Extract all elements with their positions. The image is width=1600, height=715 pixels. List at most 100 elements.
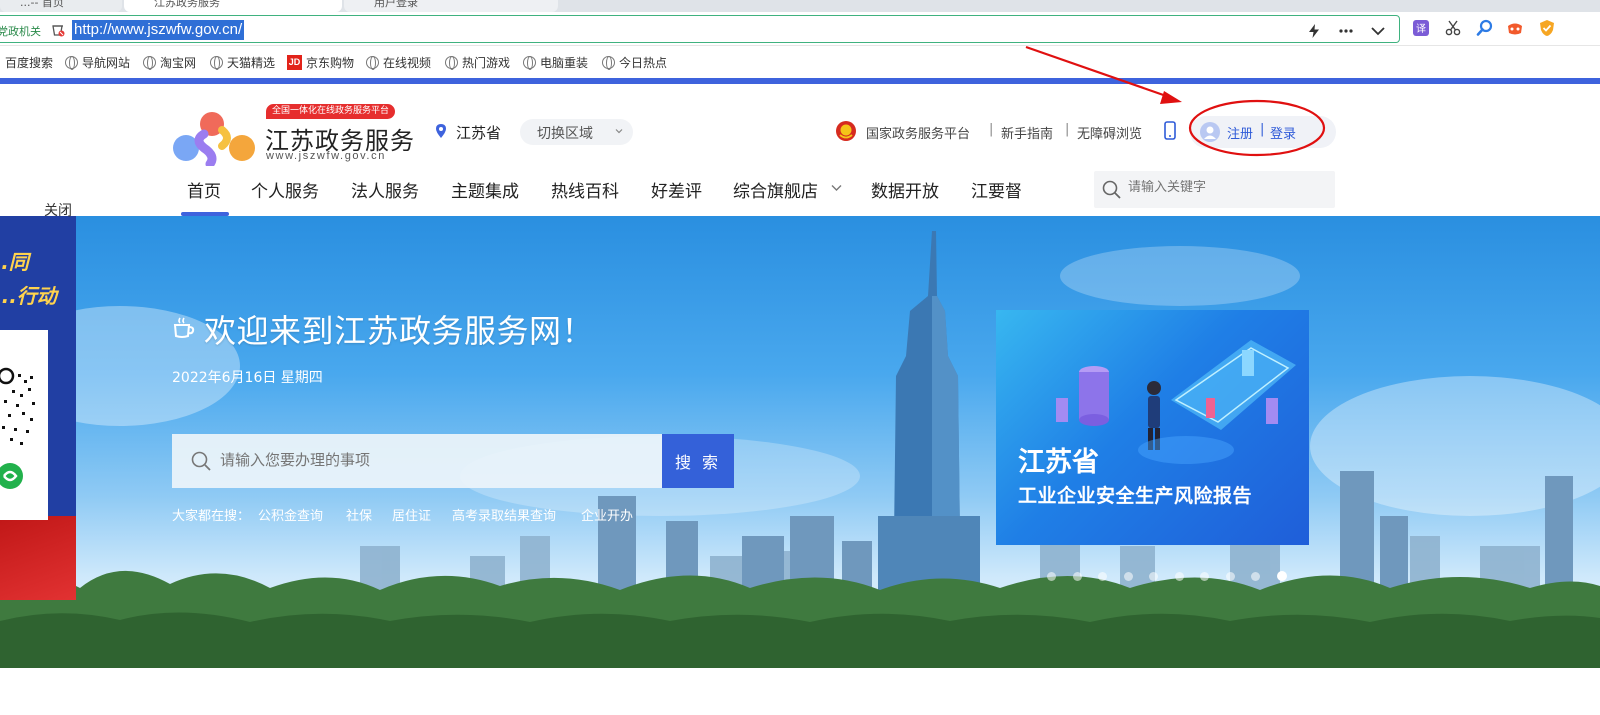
tab-label: ...-- 首页 <box>20 0 64 9</box>
nav-item-home[interactable]: 首页 <box>187 177 221 202</box>
site-type-label: 党政机关 <box>0 25 41 38</box>
promo-card[interactable]: 江苏省 工业企业安全生产风险报告 <box>996 310 1309 545</box>
nav-item-legal-person[interactable]: 法人服务 <box>351 177 419 202</box>
url-field[interactable]: 党政机关 http://www.jszwfw.gov.cn/ <box>0 15 1400 43</box>
bookmark-item[interactable]: 导航网站 <box>65 54 130 71</box>
nav-item-rating[interactable]: 好差评 <box>651 177 702 202</box>
carousel-dot-active[interactable] <box>1276 571 1287 581</box>
national-platform-link[interactable]: 国家政务服务平台 <box>866 123 970 142</box>
browser-tab[interactable]: 用户登录 <box>344 0 558 12</box>
login-area: 注册 | 登录 <box>1190 116 1336 148</box>
globe-icon <box>65 56 78 70</box>
carousel-dot[interactable] <box>1072 572 1082 581</box>
nav-item-hotline[interactable]: 热线百科 <box>551 177 619 202</box>
scissors-icon[interactable] <box>1444 19 1462 37</box>
accessibility-link[interactable]: 无障碍浏览 <box>1077 123 1142 142</box>
carousel-dot[interactable] <box>1200 572 1209 581</box>
bookmark-label: 淘宝网 <box>160 56 197 70</box>
switch-region-button[interactable]: 切换区域 <box>520 119 633 145</box>
address-bar: 党政机关 http://www.jszwfw.gov.cn/ <box>0 12 1600 46</box>
ad-red-decoration <box>0 516 76 600</box>
browser-tab-strip: ...-- 首页 江苏政务服务 用户登录 <box>0 0 1600 12</box>
nav-item-flagship[interactable]: 综合旗舰店 <box>733 177 818 202</box>
globe-icon <box>445 56 458 70</box>
browser-tab-active[interactable]: 江苏政务服务 <box>124 0 342 12</box>
jiangsu-logo-icon[interactable] <box>172 104 256 166</box>
bookmark-item[interactable]: 淘宝网 <box>143 54 196 71</box>
bookmark-item[interactable]: 今日热点 <box>602 54 667 71</box>
carousel-dot[interactable] <box>1225 572 1235 581</box>
bookmark-label: 热门游戏 <box>462 56 511 70</box>
header-search-box[interactable] <box>1094 171 1335 208</box>
carousel-dot[interactable] <box>1123 572 1133 581</box>
bookmark-item[interactable]: 天猫精选 <box>210 54 275 71</box>
left-floating-ad[interactable]: ...同 ...行动 <box>0 216 76 600</box>
separator: | <box>989 122 994 137</box>
tracker-blocked-icon[interactable] <box>51 23 65 37</box>
bookmark-item[interactable]: 在线视频 <box>366 54 431 71</box>
globe-icon <box>143 56 156 70</box>
main-search-box[interactable] <box>172 434 662 488</box>
bookmark-label: 京东购物 <box>306 56 355 70</box>
header-search-input[interactable] <box>1128 180 1328 195</box>
ad-text: ...同 <box>0 250 29 274</box>
login-link[interactable]: 登录 <box>1270 123 1296 142</box>
welcome-heading: 欢迎来到江苏政务服务网！ <box>204 312 595 350</box>
globe-icon <box>366 56 379 70</box>
mobile-phone-icon[interactable] <box>1164 121 1176 140</box>
hot-search-item[interactable]: 企业开办 <box>581 505 633 524</box>
ad-text: ...行动 <box>0 284 57 308</box>
bookmark-item[interactable]: 百度搜索 <box>5 54 53 71</box>
nav-item-supervision[interactable]: 江要督 <box>971 177 1022 202</box>
national-emblem-icon <box>836 121 856 141</box>
game-icon[interactable] <box>1506 19 1524 37</box>
hot-search-item[interactable]: 居住证 <box>392 505 431 524</box>
guide-link[interactable]: 新手指南 <box>1001 123 1053 142</box>
separator: | <box>1260 122 1265 137</box>
carousel-dot[interactable] <box>1149 572 1158 581</box>
nav-item-personal[interactable]: 个人服务 <box>251 177 319 202</box>
bookmark-item[interactable]: JD 京东购物 <box>287 54 354 71</box>
location-pin-icon <box>436 124 446 138</box>
separator: | <box>1065 122 1070 137</box>
hot-search-label: 大家都在搜： <box>172 509 251 524</box>
data-analytics-illustration <box>1056 340 1296 464</box>
translate-icon[interactable]: 译 <box>1412 19 1430 37</box>
chevron-down-icon[interactable] <box>1369 22 1387 40</box>
browser-tab[interactable]: ...-- 首页 <box>0 0 122 12</box>
carousel-dot[interactable] <box>1174 572 1184 581</box>
current-province: 江苏省 <box>456 124 502 142</box>
more-icon[interactable] <box>1337 22 1355 40</box>
bookmark-item[interactable]: 热门游戏 <box>445 54 510 71</box>
tab-label: 江苏政务服务 <box>154 0 220 9</box>
main-search-input[interactable] <box>220 451 640 469</box>
bookmark-item[interactable]: 电脑重装 <box>523 54 588 71</box>
tab-label: 用户登录 <box>374 0 418 9</box>
nav-item-themes[interactable]: 主题集成 <box>451 177 519 202</box>
hot-search-item[interactable]: 社保 <box>346 505 372 524</box>
close-ad-button[interactable]: 关闭 <box>44 200 72 220</box>
lightning-icon[interactable] <box>1305 22 1323 40</box>
coffee-cup-icon <box>173 317 195 338</box>
hot-search-item[interactable]: 公积金查询 <box>258 505 323 524</box>
bookmarks-bar: 百度搜索 导航网站 淘宝网 天猫精选 JD 京东购物 在线视频 热门游戏 电脑重… <box>0 47 1600 77</box>
search-button[interactable]: 搜 索 <box>662 434 734 488</box>
hot-search-item[interactable]: 高考录取结果查询 <box>452 505 556 524</box>
carousel-dot[interactable] <box>1251 572 1260 581</box>
bookmark-label: 在线视频 <box>383 56 432 70</box>
search-icon[interactable] <box>1476 19 1494 37</box>
current-date: 2022年6月16日 星期四 <box>172 370 323 386</box>
search-icon <box>1102 180 1121 199</box>
register-link[interactable]: 注册 <box>1227 123 1253 142</box>
site-header: 全国一体化在线政务服务平台 江苏政务服务 www.jszwfw.gov.cn 江… <box>0 84 1600 216</box>
shield-check-icon[interactable] <box>1538 19 1556 37</box>
avatar-icon <box>1200 122 1220 142</box>
nav-item-open-data[interactable]: 数据开放 <box>871 177 939 202</box>
search-icon <box>191 451 211 471</box>
url-text[interactable]: http://www.jszwfw.gov.cn/ <box>72 20 245 40</box>
qr-code-icon <box>0 367 35 489</box>
chevron-down-icon[interactable] <box>831 184 842 192</box>
carousel-dot[interactable] <box>1047 572 1056 581</box>
slogan-badge: 全国一体化在线政务服务平台 <box>266 104 396 119</box>
carousel-dot[interactable] <box>1098 572 1107 581</box>
